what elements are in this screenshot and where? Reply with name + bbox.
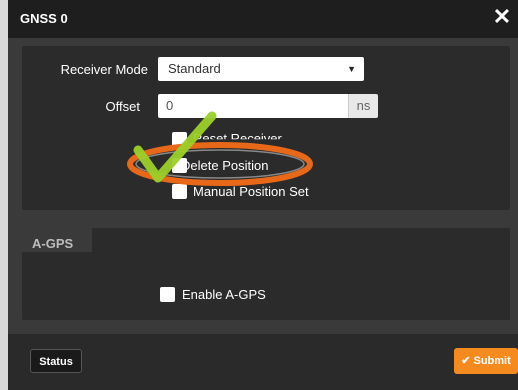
agps-panel	[22, 228, 510, 320]
dialog-footer	[8, 334, 518, 390]
submit-label: Submit	[473, 355, 511, 367]
enable-agps-checkbox[interactable]	[160, 287, 175, 302]
enable-agps-label: Enable A-GPS	[182, 287, 266, 302]
highlight-annotation	[127, 111, 313, 186]
agps-title: A-GPS	[32, 236, 74, 251]
status-button[interactable]: Status	[30, 349, 82, 373]
submit-button[interactable]: ✔ Submit	[454, 348, 518, 374]
checkmark-icon: ✔	[461, 355, 471, 367]
gnss-dialog: GNSS 0 ✕ Receiver Mode Standard ▼ Offset…	[8, 0, 518, 390]
